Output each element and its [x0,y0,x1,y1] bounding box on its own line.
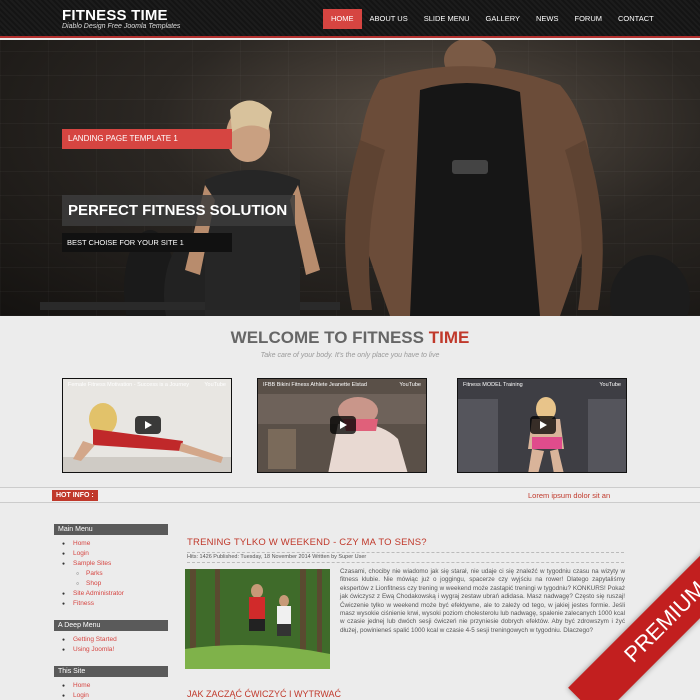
deep-menu-list: Getting Started Using Joomla! [62,635,117,655]
sidebar-item-home[interactable]: Home [62,539,124,549]
premium-ribbon-label: PREMIUM [568,530,700,700]
video-title-2: IFBB Bikini Fitness Athlete Jeanette Els… [263,382,367,388]
hero-subtitle: BEST CHOISE FOR YOUR SITE 1 [62,233,232,252]
article-image [185,569,330,669]
video-card-2[interactable]: IFBB Bikini Fitness Athlete Jeanette Els… [257,378,427,473]
hero-image [40,40,690,316]
nav-contact[interactable]: CONTACT [610,9,662,29]
sidebar-item-home-2[interactable]: Home [62,681,90,691]
sidebar-item-login-2[interactable]: Login [62,691,90,700]
welcome-title: WELCOME TO FITNESS TIME [0,328,700,348]
play-icon[interactable] [530,416,556,434]
article-meta: Hits: 1426 Published: Tuesday, 18 Novemb… [187,552,624,563]
nav-gallery[interactable]: GALLERY [478,9,528,29]
main-menu-list: Home Login Sample Sites Parks Shop Site … [62,539,124,609]
site-title[interactable]: FITNESS TIME [62,7,168,24]
sidebar-item-using-joomla[interactable]: Using Joomla! [62,645,117,655]
youtube-label-2: YouTube [399,382,421,388]
article-title[interactable]: TRENING TYLKO W WEEKEND - CZY MA TO SENS… [187,537,427,548]
nav-slide-menu[interactable]: SLIDE MENU [416,9,478,29]
article-title-2[interactable]: JAK ZACZĄĆ ĆWICZYĆ I WYTRWAĆ [187,689,341,699]
welcome-title-main: WELCOME TO FITNESS [230,328,424,347]
nav-home[interactable]: HOME [323,9,362,29]
sidebar-item-parks[interactable]: Parks [62,569,124,579]
sidebar-item-sample-sites[interactable]: Sample Sites [62,559,124,569]
play-icon[interactable] [330,416,356,434]
youtube-label-3: YouTube [599,382,621,388]
deep-menu-heading: A Deep Menu [54,620,168,631]
main-menu-heading: Main Menu [54,524,168,535]
nav-about-us[interactable]: ABOUT US [362,9,416,29]
hero-title: PERFECT FITNESS SOLUTION 1 [62,195,295,250]
hero-slider[interactable]: LANDING PAGE TEMPLATE 1 PERFECT FITNESS … [0,40,700,316]
sidebar-item-login[interactable]: Login [62,549,124,559]
sidebar-item-getting-started[interactable]: Getting Started [62,635,117,645]
main-nav: HOME ABOUT US SLIDE MENU GALLERY NEWS FO… [323,9,662,29]
this-site-heading: This Site [54,666,168,677]
site-subtitle: Diablo Design Free Joomla Templates [62,23,181,30]
welcome-subtitle: Take care of your body. It's the only pl… [260,352,440,359]
nav-news[interactable]: NEWS [528,9,567,29]
video-card-3[interactable]: Fitness MODEL Training YouTube [457,378,627,473]
nav-forum[interactable]: FORUM [567,9,611,29]
sidebar-item-shop[interactable]: Shop [62,579,124,589]
hot-info-label: HOT INFO : [52,490,98,501]
play-icon[interactable] [135,416,161,434]
video-card-1[interactable]: Female Fitness Motivation - Success is a… [62,378,232,473]
sidebar-item-fitness[interactable]: Fitness [62,599,124,609]
youtube-label-1: YouTube [204,382,226,388]
hero-badge: LANDING PAGE TEMPLATE 1 [62,129,232,149]
sidebar-item-site-administrator[interactable]: Site Administrator [62,589,124,599]
this-site-list: Home Login [62,681,90,700]
hot-info-ticker[interactable]: Lorem ipsum dolor sit an [528,491,610,500]
welcome-title-accent: TIME [428,328,470,347]
video-title-3: Fitness MODEL Training [463,382,523,388]
header: FITNESS TIME Diablo Design Free Joomla T… [0,0,700,38]
article-photo [185,569,330,669]
premium-ribbon: PREMIUM [560,530,700,700]
video-title-1: Female Fitness Motivation - Success is a… [68,382,190,388]
